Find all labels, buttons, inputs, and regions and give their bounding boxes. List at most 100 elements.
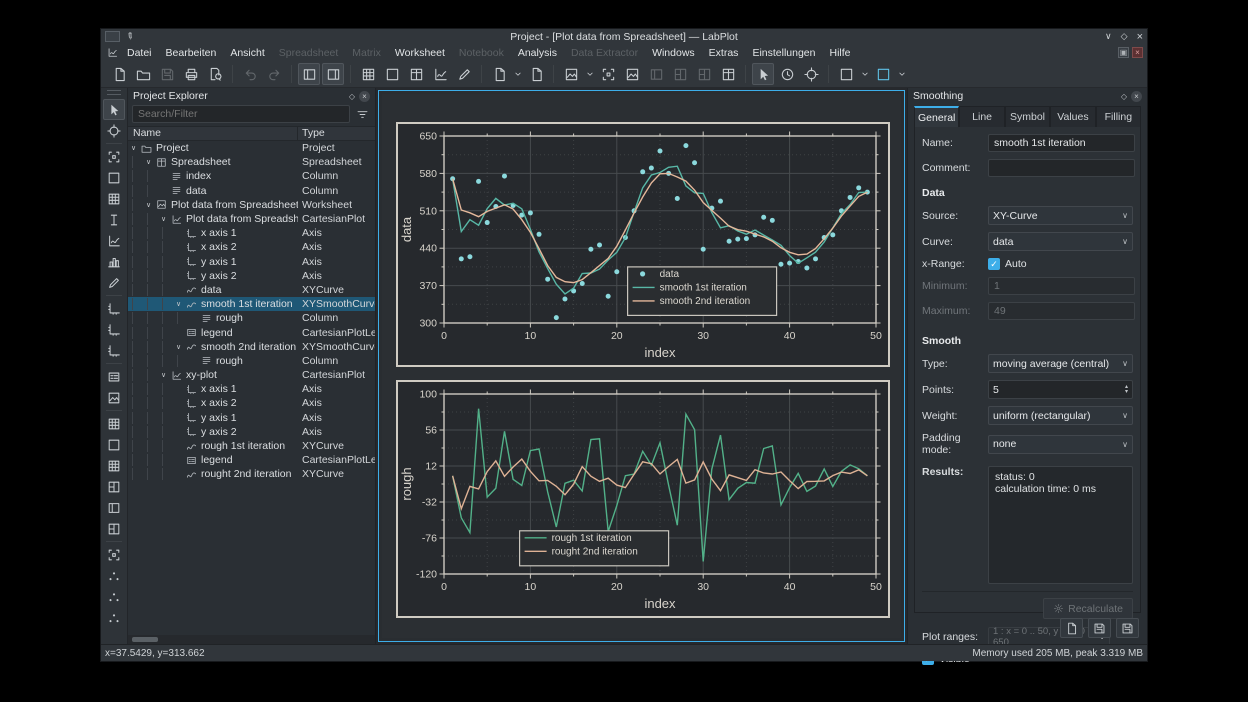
toggle-properties-dock-button[interactable] xyxy=(322,63,344,85)
expander-icon[interactable]: ∨ xyxy=(128,144,139,152)
tab-values[interactable]: Values xyxy=(1050,106,1095,127)
menu-hilfe[interactable]: Hilfe xyxy=(822,46,857,60)
expander-icon[interactable]: ∨ xyxy=(173,300,184,308)
color-tool-button[interactable] xyxy=(453,63,475,85)
menubar-panel-icon[interactable]: ▣ xyxy=(1118,47,1129,58)
tree-row-y-axis-2[interactable]: y axis 2Axis xyxy=(128,425,375,439)
select-mode-button[interactable] xyxy=(752,63,774,85)
navigate-mode-button[interactable] xyxy=(776,63,798,85)
axis-tool-2[interactable] xyxy=(103,319,125,340)
menu-analysis[interactable]: Analysis xyxy=(511,46,564,60)
undo-button[interactable] xyxy=(239,63,261,85)
menu-windows[interactable]: Windows xyxy=(645,46,702,60)
tree-row-x-axis-1[interactable]: x axis 1Axis xyxy=(128,382,375,396)
cartesian-plot-1[interactable]: 01020304050300370440510580650indexdatada… xyxy=(396,122,890,367)
mouse-mode-dropdown[interactable] xyxy=(859,63,870,85)
zoom-fit-button[interactable] xyxy=(597,63,619,85)
source-combo[interactable]: XY-Curve∨ xyxy=(988,206,1133,225)
tree-row-x-axis-1[interactable]: x axis 1Axis xyxy=(128,226,375,240)
menu-worksheet[interactable]: Worksheet xyxy=(388,46,452,60)
tree-row-y-axis-1[interactable]: y axis 1Axis xyxy=(128,255,375,269)
axis-tool-3[interactable] xyxy=(103,340,125,361)
smooth-type-combo[interactable]: moving average (central)∨ xyxy=(988,354,1133,373)
tree-row-y-axis-2[interactable]: y axis 2Axis xyxy=(128,269,375,283)
tree-row-legend[interactable]: legendCartesianPlotLegend xyxy=(128,453,375,467)
split-vertical-button[interactable] xyxy=(693,63,715,85)
new-worksheet-button[interactable] xyxy=(488,63,510,85)
tree-row-project[interactable]: ∨ProjectProject xyxy=(128,141,375,155)
search-input[interactable] xyxy=(132,105,350,123)
close-panel-icon[interactable]: × xyxy=(359,91,370,102)
new-worksheet-dropdown[interactable] xyxy=(512,63,523,85)
expander-icon[interactable]: ∨ xyxy=(143,201,154,209)
print-button[interactable] xyxy=(180,63,202,85)
box-plus-tool[interactable] xyxy=(103,544,125,565)
curve-combo[interactable]: data∨ xyxy=(988,232,1133,251)
tab-line[interactable]: Line xyxy=(959,106,1004,127)
expander-icon[interactable]: ∨ xyxy=(158,215,169,223)
template-save-as-button[interactable] xyxy=(1116,618,1139,638)
expander-icon[interactable]: ∨ xyxy=(173,343,184,351)
fit-tool[interactable] xyxy=(103,272,125,293)
axis-tool-1[interactable] xyxy=(103,298,125,319)
tree-row-rough[interactable]: roughColumn xyxy=(128,354,375,368)
tree-row-index[interactable]: indexColumn xyxy=(128,169,375,183)
split-left-button[interactable] xyxy=(645,63,667,85)
maximize-button[interactable]: ◇ xyxy=(1121,31,1128,42)
weight-combo[interactable]: uniform (rectangular)∨ xyxy=(988,406,1133,425)
float-panel-icon[interactable]: ◇ xyxy=(1121,92,1127,101)
padding-mode-combo[interactable]: none∨ xyxy=(988,435,1133,454)
cursor-mode-combo[interactable] xyxy=(872,63,894,85)
new-spreadsheet-button[interactable] xyxy=(357,63,379,85)
maximum-field[interactable] xyxy=(988,302,1135,320)
legend[interactable]: datasmooth 1st iterationsmooth 2nd itera… xyxy=(628,267,777,316)
new-folder-button[interactable] xyxy=(525,63,547,85)
select-tool[interactable] xyxy=(103,99,125,120)
column-header-name[interactable]: Name xyxy=(128,127,298,140)
tree-row-legend[interactable]: legendCartesianPlotLegend xyxy=(128,325,375,339)
zoom-select-button[interactable] xyxy=(560,63,582,85)
grid-tool-2[interactable] xyxy=(103,434,125,455)
tree-row-data[interactable]: dataColumn xyxy=(128,184,375,198)
tree-row-y-axis-1[interactable]: y axis 1Axis xyxy=(128,411,375,425)
expander-icon[interactable]: ∨ xyxy=(158,371,169,379)
template-load-button[interactable] xyxy=(1060,618,1083,638)
expander-icon[interactable]: ∨ xyxy=(143,158,154,166)
cartesian-plot-2[interactable]: 01020304050-120-76-321256100indexroughro… xyxy=(396,380,890,618)
print-preview-button[interactable] xyxy=(204,63,226,85)
menu-ansicht[interactable]: Ansicht xyxy=(223,46,271,60)
tree-row-x-axis-2[interactable]: x axis 2Axis xyxy=(128,396,375,410)
redo-button[interactable] xyxy=(263,63,285,85)
tree-row-data[interactable]: dataXYCurve xyxy=(128,283,375,297)
menu-datei[interactable]: Datei xyxy=(120,46,159,60)
cursor-mode-dropdown[interactable] xyxy=(896,63,907,85)
menu-extras[interactable]: Extras xyxy=(702,46,746,60)
arrange-tool-2[interactable] xyxy=(103,497,125,518)
minimize-button[interactable]: ∨ xyxy=(1105,31,1112,42)
tree-row-rough[interactable]: roughColumn xyxy=(128,311,375,325)
close-button[interactable]: × xyxy=(1137,31,1143,43)
histogram-tool[interactable] xyxy=(103,251,125,272)
tree-row-x-axis-2[interactable]: x axis 2Axis xyxy=(128,240,375,254)
dots-tool-3[interactable] xyxy=(103,607,125,628)
zoom-in-tool[interactable] xyxy=(103,167,125,188)
legend[interactable]: rough 1st iterationrought 2nd iteration xyxy=(520,531,669,566)
tab-symbol[interactable]: Symbol xyxy=(1005,106,1050,127)
open-project-button[interactable] xyxy=(132,63,154,85)
export-worksheet-button[interactable] xyxy=(621,63,643,85)
tree-row-smooth-2nd-iteration[interactable]: ∨smooth 2nd iterationXYSmoothCurve xyxy=(128,340,375,354)
worksheet-view[interactable]: 01020304050300370440510580650indexdatada… xyxy=(378,90,905,642)
zoom-select-tool[interactable] xyxy=(103,146,125,167)
new-plot-button[interactable] xyxy=(429,63,451,85)
menu-bearbeiten[interactable]: Bearbeiten xyxy=(159,46,224,60)
column-header-type[interactable]: Type xyxy=(298,127,375,140)
crosshair-tool[interactable] xyxy=(103,120,125,141)
tree-row-rough-1st-iteration[interactable]: rough 1st iterationXYCurve xyxy=(128,439,375,453)
minimum-field[interactable] xyxy=(988,277,1135,295)
tree-row-smooth-1st-iteration[interactable]: ∨smooth 1st iterationXYSmoothCurve xyxy=(128,297,375,311)
image-tool[interactable] xyxy=(103,387,125,408)
worksheet-page[interactable]: 01020304050300370440510580650indexdatada… xyxy=(382,94,901,638)
dots-tool-2[interactable] xyxy=(103,586,125,607)
text-frame-tool[interactable] xyxy=(103,366,125,387)
arrange-tool-1[interactable] xyxy=(103,476,125,497)
